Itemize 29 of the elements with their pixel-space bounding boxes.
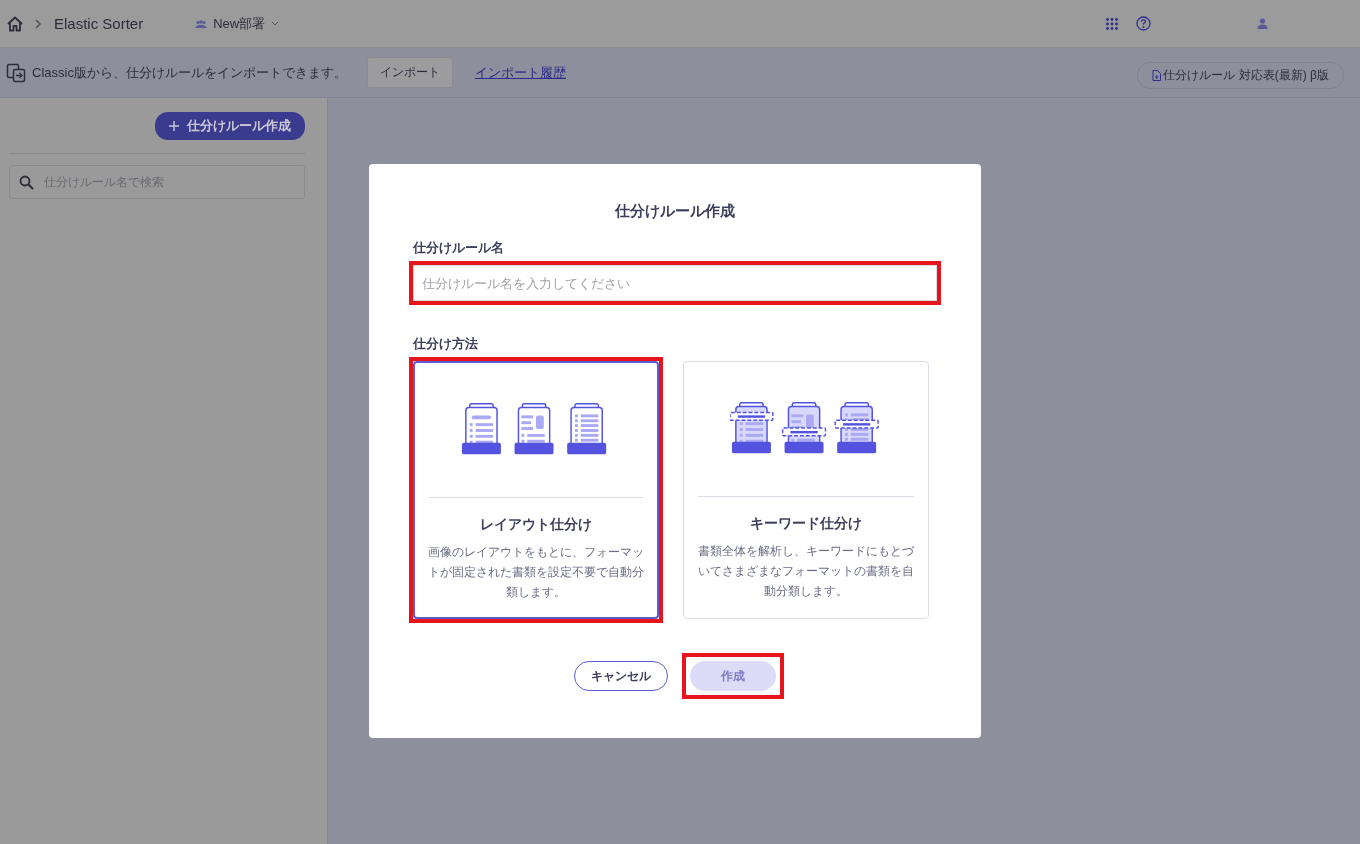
rule-name-field[interactable]: 仕分けルール名を入力してください xyxy=(413,265,937,301)
help-icon[interactable] xyxy=(1136,16,1151,31)
app-name[interactable]: Elastic Sorter xyxy=(54,15,144,32)
document-icon xyxy=(1152,70,1162,81)
chevron-right-icon xyxy=(34,17,42,30)
user-icon[interactable] xyxy=(1257,18,1268,29)
cancel-button[interactable]: キャンセル xyxy=(574,661,668,691)
department-selector[interactable]: New部署 xyxy=(213,14,266,33)
method-card[interactable]: キーワード仕分け 書類全体を解析し、キーワードにもとづいてさまざまなフォーマットの書類を自動分類します。 xyxy=(683,361,929,619)
home-icon[interactable] xyxy=(6,14,24,33)
caret-icon[interactable] xyxy=(271,21,280,26)
plus-icon xyxy=(169,121,179,131)
import-history-link[interactable]: インポート履歴 xyxy=(474,63,566,82)
field-label: 仕分けルール名 xyxy=(413,239,505,257)
apps-grid-icon[interactable] xyxy=(1106,17,1118,30)
search-icon xyxy=(19,175,34,190)
method-title: キーワード仕分け xyxy=(750,515,862,533)
method-description: 書類全体を解析し、キーワードにもとづいてさまざまなフォーマットの書類を自動分類します。 xyxy=(697,543,915,600)
create-rule-button[interactable]: 仕分けルール作成 xyxy=(155,112,305,140)
import-message: Classic版から、仕分けルールをインポートできます。 xyxy=(32,63,347,82)
dialog-title: 仕分けルール作成 xyxy=(613,202,736,221)
method-card[interactable]: レイアウト仕分け 画像のレイアウトをもとに、フォーマットが固定された書類を設定不要で自動分類します。 xyxy=(413,361,659,619)
import-button[interactable]: インポート xyxy=(366,57,453,88)
rule-table-button[interactable]: 仕分けルール 対応表(最新) β版 xyxy=(1137,62,1344,89)
section-label: 仕分け方法 xyxy=(413,335,479,353)
people-icon xyxy=(195,19,208,28)
method-description: 画像のレイアウトをもとに、フォーマットが固定された書類を設定不要で自動分類します。 xyxy=(427,544,645,601)
method-title: レイアウト仕分け xyxy=(480,516,592,534)
import-icon xyxy=(6,62,26,83)
